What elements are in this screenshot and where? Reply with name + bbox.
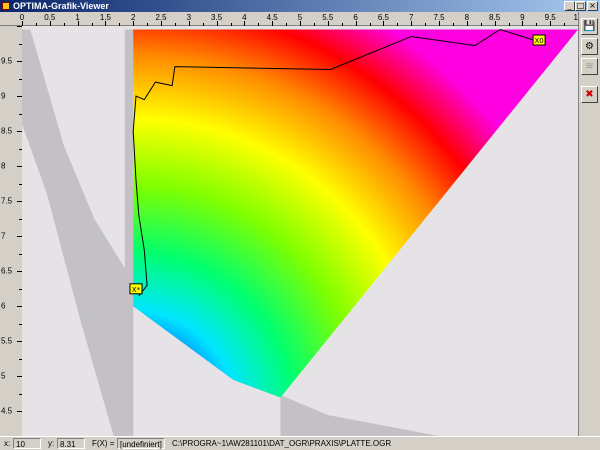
close-plot-button[interactable]: ✖ [581,86,598,103]
y-tick-label: 5.5 [1,336,13,346]
layers-button[interactable]: ≋ [581,58,598,75]
x-tick-label: 1 [75,13,80,22]
optimization-chart[interactable]: X0 X* [22,26,578,436]
plot-area[interactable]: X0 X* [22,26,578,436]
y-axis-ruler: 9.5 9 8.5 8 7.5 7 6.5 6 5.5 5 4.5 [0,26,22,436]
x-tick-label: 8 [464,13,470,22]
x-tick-label: 8.5 [489,13,501,22]
close-window-button[interactable]: × [587,1,598,11]
x-tick-label: 1.5 [99,13,111,22]
title-bar: OPTIMA-Grafik-Viewer _ □ × [0,0,600,12]
y-label: y: [48,439,55,448]
x-tick-label: 9.5 [544,13,556,22]
maximize-button[interactable]: □ [575,1,586,11]
app-icon [2,2,10,10]
x-value: 10 [13,438,41,449]
x-tick-label: 6 [353,13,358,22]
y-tick-label: 9.5 [1,56,13,66]
x-label: x: [4,439,11,448]
fx-value: [undefiniert] [117,438,165,449]
x-tick-label: 2.5 [155,13,167,22]
y-tick-label: 4.5 [1,406,13,416]
y-tick-label: 9 [1,91,6,101]
x-tick-label: 7 [408,13,414,22]
x-tick-label: 4.5 [266,13,278,22]
y-tick-label: 6.5 [1,266,13,276]
x-tick-label: 2 [130,13,136,22]
x-tick-label: 4 [242,13,247,22]
window-title: OPTIMA-Grafik-Viewer [13,1,109,11]
x-tick-label: 9 [520,13,525,22]
layers-icon: ≋ [585,61,594,72]
tool-panel: 💾 ⚙ ≋ ✖ [578,12,600,436]
x-axis-ruler: 0 0.5 1 1.5 2 2.5 3 3.5 4 4.5 5 5.5 6 6.5 7 7.5 8 8.5 9 9.5… [0,12,582,26]
y-tick-label: 7 [1,231,6,241]
x-tick-label: 3 [186,13,192,22]
y-tick-label: 7.5 [1,196,13,206]
x-tick-label: 0.5 [44,13,56,22]
x-tick-label: 5 [297,13,303,22]
y-tick-label: 8 [1,161,6,171]
fx-label: F(X) = [92,439,115,448]
x-tick-label: 5.5 [322,13,334,22]
marker-label: X* [132,286,141,294]
marker-label: X0 [534,37,543,45]
save-button[interactable]: 💾 [581,18,598,35]
status-bar: x: 10 y: 8.31 F(X) = [undefiniert] C:\PR… [0,436,600,450]
marker-0: X0 [532,34,546,46]
y-tick-label: 8.5 [1,126,13,136]
x-tick-label: 0 [19,13,25,22]
file-path: C:\PROGRA~1\AW281101\DAT_OGR\PRAXIS\PLAT… [172,439,392,448]
marker-1: X* [129,283,143,295]
infeasible-region-1 [124,29,134,436]
y-value: 8.31 [57,438,85,449]
y-tick-label: 6 [1,301,6,311]
close-icon: ✖ [585,89,594,100]
x-tick-label: 6.5 [377,13,389,22]
x-tick-label: 7.5 [433,13,445,22]
x-tick-label: 3.5 [211,13,223,22]
settings-button[interactable]: ⚙ [581,38,598,55]
minimize-button[interactable]: _ [564,1,575,11]
y-tick-label: 5 [1,371,6,381]
gear-icon: ⚙ [585,41,594,52]
floppy-icon: 💾 [583,21,596,32]
